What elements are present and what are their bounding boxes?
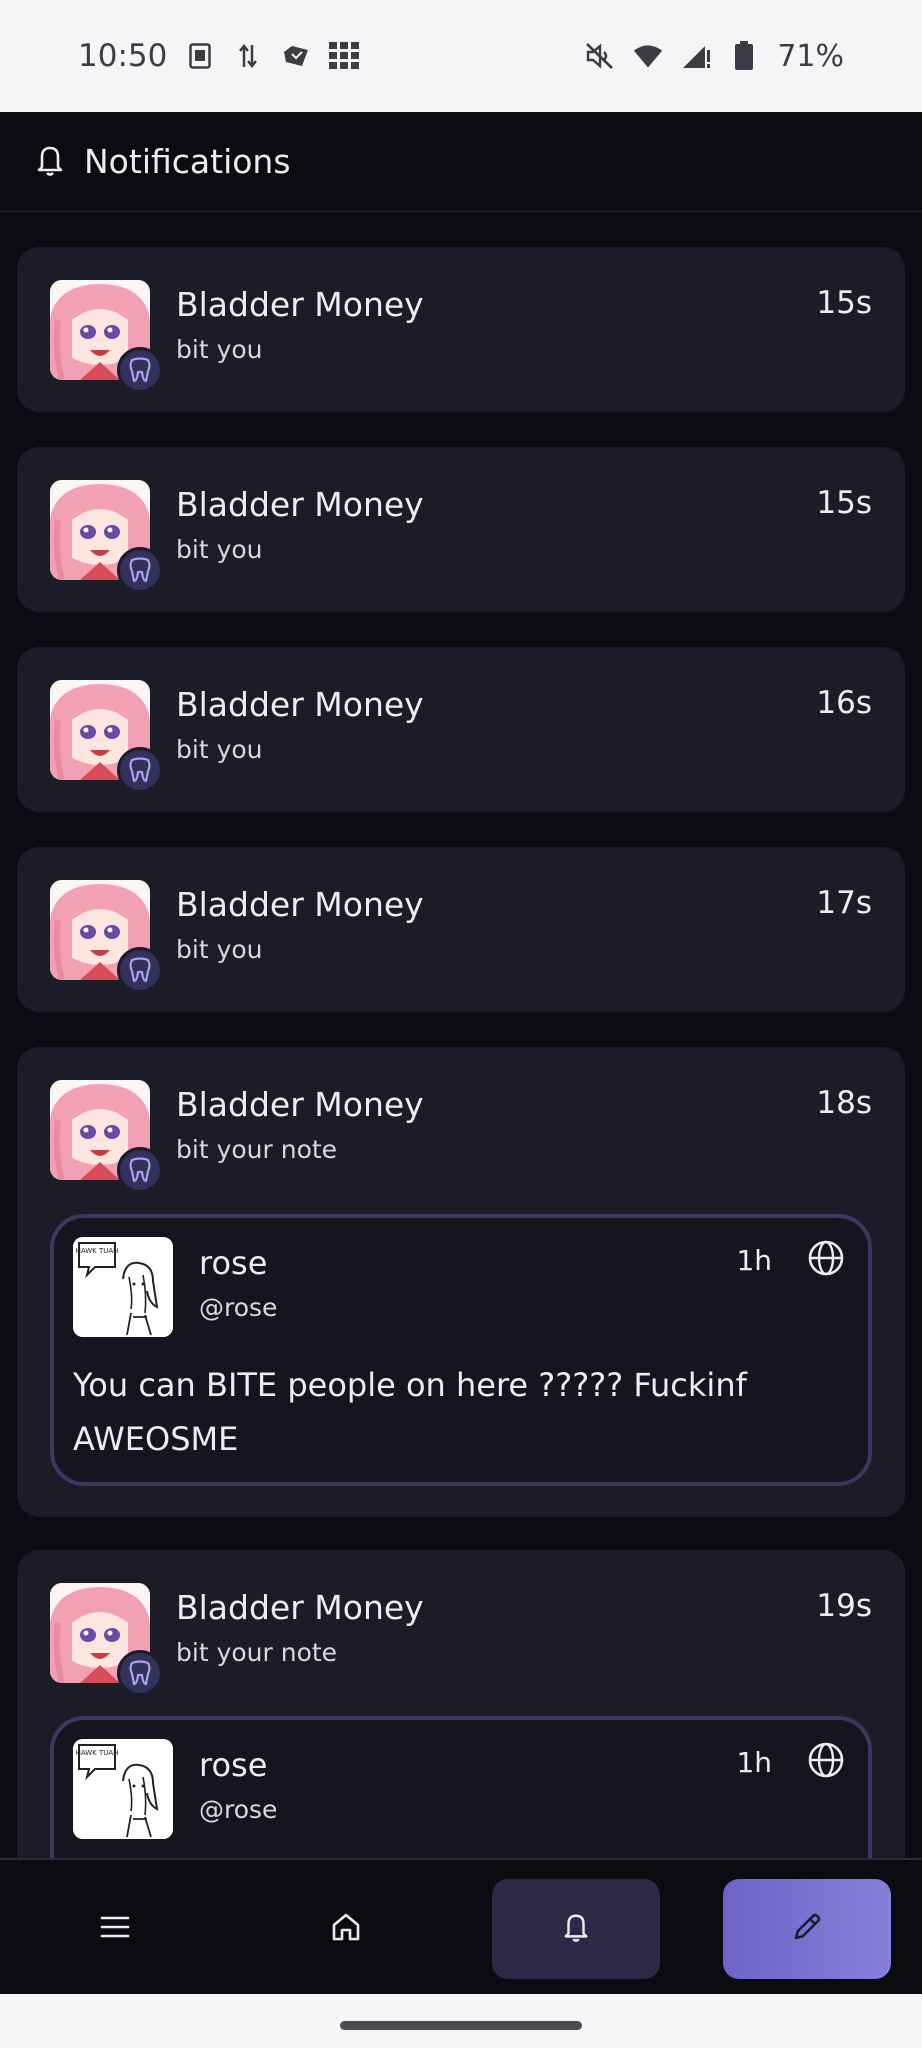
app-notification-icon xyxy=(281,41,311,71)
page-title: Notifications xyxy=(84,142,291,181)
speech-bubble-line-1: HAWK TUAH xyxy=(76,1749,119,1757)
note-text: You can BITE people on here ????? Fuckin… xyxy=(73,1366,747,1458)
grid-app-icon xyxy=(329,41,360,71)
notification-card[interactable]: Bladder Money bit you 15s xyxy=(17,247,905,412)
note-handle[interactable]: @rose xyxy=(199,1795,277,1824)
bell-icon xyxy=(34,143,66,181)
notification-card[interactable]: Bladder Money bit your note 18s HAWK TUA… xyxy=(17,1047,905,1517)
tooth-badge-icon xyxy=(117,747,163,793)
compose-button[interactable] xyxy=(723,1879,891,1979)
bell-icon xyxy=(561,1911,591,1947)
note-author[interactable]: rose xyxy=(199,1746,267,1784)
status-bar-left: 10:50 xyxy=(78,38,360,74)
tooth-badge-icon xyxy=(117,1147,163,1193)
notification-card[interactable]: Bladder Money bit you 15s xyxy=(17,447,905,612)
notification-time: 17s xyxy=(816,885,872,921)
home-button[interactable] xyxy=(296,1879,396,1979)
note-time: 1h xyxy=(736,1746,772,1779)
note-handle[interactable]: @rose xyxy=(199,1293,277,1322)
notification-time: 18s xyxy=(816,1085,872,1121)
globe-icon xyxy=(806,1238,846,1278)
notification-author[interactable]: Bladder Money xyxy=(176,885,424,924)
notification-author[interactable]: Bladder Money xyxy=(176,1085,424,1124)
note-time: 1h xyxy=(736,1244,772,1277)
avatar[interactable]: HAWK TUAH xyxy=(73,1237,173,1337)
wifi-icon xyxy=(633,41,663,71)
gesture-area xyxy=(0,1994,922,2048)
notification-action: bit your note xyxy=(176,1638,338,1667)
notification-action: bit you xyxy=(176,735,263,764)
status-bar-right: 71% xyxy=(585,39,844,74)
status-time: 10:50 xyxy=(78,38,168,74)
page-header: Notifications xyxy=(0,112,922,212)
status-bar: 10:50 71% xyxy=(0,0,922,112)
tooth-badge-icon xyxy=(117,1650,163,1696)
notification-author[interactable]: Bladder Money xyxy=(176,685,424,724)
home-gesture-handle[interactable] xyxy=(340,2021,582,2030)
battery-percent: 71% xyxy=(777,38,844,74)
notification-time: 19s xyxy=(816,1588,872,1624)
notification-time: 16s xyxy=(816,685,872,721)
bottom-navigation xyxy=(0,1858,922,1994)
speech-bubble-line-1: HAWK TUAH xyxy=(76,1247,119,1255)
notification-author[interactable]: Bladder Money xyxy=(176,285,424,324)
notification-action: bit you xyxy=(176,335,263,364)
sim-card-icon xyxy=(185,41,215,71)
notification-card[interactable]: Bladder Money bit you 16s xyxy=(17,647,905,812)
signal-icon xyxy=(681,41,711,71)
tooth-badge-icon xyxy=(117,947,163,993)
avatar[interactable]: HAWK TUAH xyxy=(73,1739,173,1839)
notifications-tab-button[interactable] xyxy=(492,1879,660,1979)
mute-icon xyxy=(585,41,615,71)
notification-action: bit your note xyxy=(176,1135,338,1164)
notification-card[interactable]: Bladder Money bit your note 19s HAWK TUA… xyxy=(17,1550,905,1858)
menu-button[interactable] xyxy=(65,1879,165,1979)
note-author[interactable]: rose xyxy=(199,1244,267,1282)
notification-time: 15s xyxy=(816,285,872,321)
globe-icon xyxy=(806,1740,846,1780)
quoted-note[interactable]: HAWK TUAH rose @rose 1h xyxy=(50,1716,872,1858)
notification-time: 15s xyxy=(816,485,872,521)
notification-author[interactable]: Bladder Money xyxy=(176,1588,424,1627)
notification-author[interactable]: Bladder Money xyxy=(176,485,424,524)
pencil-icon xyxy=(791,1911,823,1947)
menu-icon xyxy=(100,1915,130,1943)
quoted-note[interactable]: HAWK TUAH rose @rose 1h You can BITE peo… xyxy=(50,1214,872,1486)
notification-card[interactable]: Bladder Money bit you 17s xyxy=(17,847,905,1012)
battery-icon xyxy=(729,41,759,71)
data-transfer-icon xyxy=(233,41,263,71)
tooth-badge-icon xyxy=(117,347,163,393)
tooth-badge-icon xyxy=(117,547,163,593)
notification-feed[interactable]: Bladder Money bit you 15s Bladder Money … xyxy=(0,212,922,1858)
home-icon xyxy=(330,1911,362,1947)
notification-action: bit you xyxy=(176,935,263,964)
notification-action: bit you xyxy=(176,535,263,564)
